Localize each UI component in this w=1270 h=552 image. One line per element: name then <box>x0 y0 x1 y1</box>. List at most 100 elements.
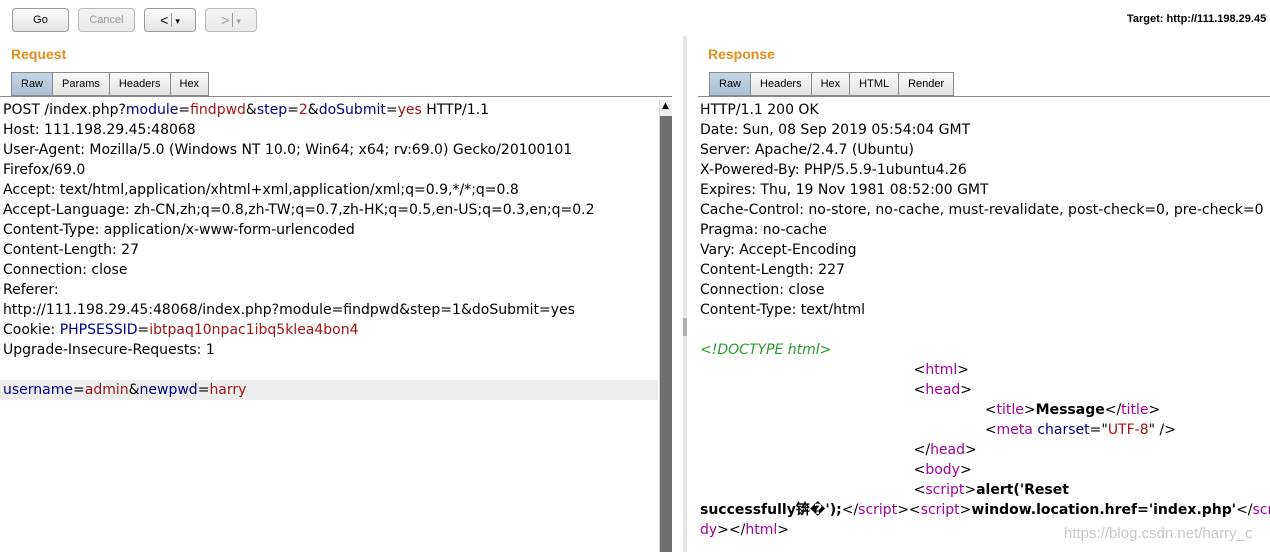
tab-raw[interactable]: Raw <box>709 72 752 96</box>
text-segment: admin <box>84 382 129 398</box>
tab-params[interactable]: Params <box>53 72 110 96</box>
tab-hex[interactable]: Hex <box>811 72 851 96</box>
text-segment: > <box>959 502 972 518</box>
text-segment: > <box>960 382 973 398</box>
response-line: <html> <box>700 360 1270 380</box>
text-segment: > <box>957 362 969 378</box>
text-segment: & <box>245 102 257 118</box>
text-segment: = <box>137 322 150 338</box>
text-segment: & <box>307 102 319 118</box>
text-segment: harry <box>209 382 247 398</box>
text-segment: Accept-Language: zh-CN,zh;q=0.8,zh-TW;q=… <box>3 202 595 218</box>
text-segment: = <box>197 382 210 398</box>
text-segment: Date: Sun, 08 Sep 2019 05:54:04 GMT <box>700 122 971 138</box>
text-segment: = <box>287 102 299 118</box>
text-segment: window.location.href='index.php' <box>971 502 1237 518</box>
text-segment: Vary: Accept-Encoding <box>700 242 857 258</box>
request-line: Host: 111.198.29.45:48068 <box>3 120 658 140</box>
text-segment: > <box>964 482 977 498</box>
text-segment: < <box>700 362 926 378</box>
text-segment: > <box>777 522 789 538</box>
request-line: User-Agent: Mozilla/5.0 (Windows NT 10.0… <box>3 140 658 160</box>
text-segment: =" <box>1089 422 1108 438</box>
response-line: <body> <box>700 460 1270 480</box>
back-arrow-icon: < <box>160 12 169 28</box>
text-segment: </ <box>841 502 859 518</box>
request-line: POST /index.php?module=findpwd&step=2&do… <box>3 100 658 120</box>
text-segment: >< <box>897 502 921 518</box>
text-segment: meta <box>996 422 1033 438</box>
text-segment: > <box>959 462 972 478</box>
response-line: Server: Apache/2.4.7 (Ubuntu) <box>700 140 1270 160</box>
request-line: Content-Type: application/x-www-form-url… <box>3 220 658 240</box>
text-segment: Accept: text/html,application/xhtml+xml,… <box>3 182 519 198</box>
text-segment: Connection: close <box>700 282 825 298</box>
chevron-down-icon[interactable]: ▾ <box>175 10 180 32</box>
response-line: <head> <box>700 380 1270 400</box>
text-segment: doSubmit <box>318 102 386 118</box>
text-segment: < <box>700 422 997 438</box>
text-segment: findpwd <box>190 102 246 118</box>
text-segment: successfully锛�'); <box>700 502 842 518</box>
response-line: X-Powered-By: PHP/5.5.9-1ubuntu4.26 <box>700 160 1270 180</box>
text-segment: > <box>1023 402 1036 418</box>
tab-headers[interactable]: Headers <box>751 72 812 96</box>
cancel-button[interactable]: Cancel <box>78 8 135 32</box>
chevron-down-icon[interactable]: ▾ <box>236 10 241 32</box>
text-segment: < <box>700 482 926 498</box>
text-segment: script <box>858 502 898 518</box>
tab-render[interactable]: Render <box>899 72 955 96</box>
text-segment: head <box>930 442 966 458</box>
tab-raw[interactable]: Raw <box>11 72 54 96</box>
request-line: username=admin&newpwd=harry <box>3 380 658 400</box>
back-button[interactable]: < ▾ <box>144 8 196 32</box>
text-segment: User-Agent: Mozilla/5.0 (Windows NT 10.0… <box>3 142 573 158</box>
request-editor[interactable]: POST /index.php?module=findpwd&step=2&do… <box>3 100 658 400</box>
text-segment: 2 <box>298 102 308 118</box>
text-segment: html <box>745 522 778 538</box>
scrollbar-thumb[interactable] <box>660 116 672 552</box>
pane-divider[interactable] <box>683 36 687 552</box>
text-segment: <!DOCTYPE html> <box>700 342 832 358</box>
request-line <box>3 360 658 380</box>
request-line: Firefox/69.0 <box>3 160 658 180</box>
go-button[interactable]: Go <box>12 8 69 32</box>
text-segment: yes <box>397 102 422 118</box>
text-segment: HTTP/1.1 200 OK <box>700 102 819 118</box>
response-editor[interactable]: HTTP/1.1 200 OK Date: Sun, 08 Sep 2019 05… <box>700 100 1270 540</box>
tab-headers[interactable]: Headers <box>109 72 171 96</box>
text-segment: > <box>965 442 977 458</box>
text-segment: & <box>128 382 140 398</box>
text-segment: UTF-8 <box>1107 422 1149 438</box>
text-segment: " /> <box>1148 422 1176 438</box>
request-line: Accept: text/html,application/xhtml+xml,… <box>3 180 658 200</box>
text-segment: Cache-Control: no-store, no-cache, must-… <box>700 202 1264 218</box>
text-segment: head <box>925 382 961 398</box>
text-segment: = <box>178 102 191 118</box>
response-line: Vary: Accept-Encoding <box>700 240 1270 260</box>
forward-button[interactable]: > ▾ <box>205 8 257 32</box>
tab-hex[interactable]: Hex <box>170 72 210 96</box>
request-line: Accept-Language: zh-CN,zh;q=0.8,zh-TW;q=… <box>3 200 658 220</box>
response-line: Pragma: no-cache <box>700 220 1270 240</box>
response-line: <meta charset="UTF-8" /> <box>700 420 1270 440</box>
text-segment: module <box>125 102 179 118</box>
text-segment: title <box>1121 402 1149 418</box>
text-segment: html <box>925 362 958 378</box>
text-segment: Content-Length: 27 <box>3 242 140 258</box>
text-segment: newpwd <box>139 382 198 398</box>
scroll-up-icon[interactable]: ▲ <box>661 102 670 111</box>
response-line: Expires: Thu, 19 Nov 1981 08:52:00 GMT <box>700 180 1270 200</box>
request-line: Content-Length: 27 <box>3 240 658 260</box>
text-segment: ></ <box>717 522 746 538</box>
response-line: <script>alert('Reset <box>700 480 1270 500</box>
response-line: Date: Sun, 08 Sep 2019 05:54:04 GMT <box>700 120 1270 140</box>
response-line: </head> <box>700 440 1270 460</box>
request-tabs: Raw Params Headers Hex <box>11 72 210 96</box>
tab-html[interactable]: HTML <box>850 72 900 96</box>
text-segment: = <box>73 382 85 398</box>
request-line: Cookie: PHPSESSID=ibtpaq10npac1ibq5klea4… <box>3 320 658 340</box>
text-segment: Referer: <box>3 282 59 298</box>
divider-grip-icon[interactable] <box>683 318 687 336</box>
response-title: Response <box>708 46 775 62</box>
